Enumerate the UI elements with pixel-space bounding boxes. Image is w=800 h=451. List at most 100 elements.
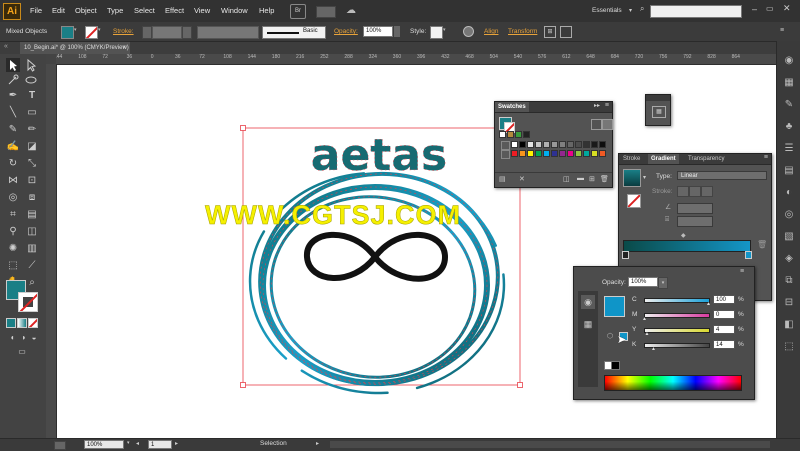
swatch-chip[interactable] (575, 150, 582, 157)
artboard-number-field[interactable]: 1 (148, 440, 172, 449)
horizontal-scrollbar[interactable] (330, 441, 770, 448)
trash-icon[interactable]: 🗑 (600, 175, 609, 183)
swatch-chip[interactable] (511, 141, 518, 148)
opacity-label[interactable]: Opacity: (334, 28, 358, 35)
chevron-down-icon[interactable]: ▾ (127, 440, 130, 446)
menu-select[interactable]: Select (134, 6, 155, 15)
color-guide-icon[interactable]: ▦ (781, 75, 797, 91)
select-similar-icon[interactable] (560, 26, 572, 38)
new-swatch-icon[interactable]: ⊞ (589, 175, 595, 183)
swatch-options-icon[interactable]: ◫ (563, 175, 570, 183)
eyedropper-tool-icon[interactable]: ⚲ (5, 224, 21, 240)
tab-transparency[interactable]: Transparency (685, 154, 727, 164)
color-panel-icon[interactable]: ◉ (781, 53, 797, 69)
swatch-chip[interactable] (599, 150, 606, 157)
swatch-chip[interactable] (575, 141, 582, 148)
gradient-fill-preview[interactable] (623, 169, 641, 187)
swatch-chip[interactable] (559, 141, 566, 148)
swatches-tab-icon[interactable]: ▦ (581, 317, 595, 331)
variable-width-profile[interactable] (197, 26, 259, 39)
delete-stop-icon[interactable]: 🗑 (757, 240, 767, 249)
brush-definition[interactable]: Basic (262, 26, 326, 39)
swatch-chip[interactable] (591, 150, 598, 157)
maximize-button[interactable]: ▭ (766, 4, 774, 13)
panel-menu-icon[interactable]: ≡ (605, 102, 609, 109)
column-graph-tool-icon[interactable]: ▥ (24, 241, 40, 257)
aspect-ratio-field[interactable] (677, 216, 713, 227)
align-link[interactable]: Align (484, 28, 498, 35)
perspective-grid-tool-icon[interactable]: ⧈ (24, 190, 40, 206)
channel-value-field[interactable]: 0 (713, 310, 735, 319)
channel-slider[interactable] (644, 313, 710, 318)
gradient-panel-icon[interactable]: ▤ (781, 163, 797, 179)
first-artboard-icon[interactable]: ◂ (136, 440, 139, 447)
free-transform-tool-icon[interactable]: ⊡ (24, 173, 40, 189)
chevron-down-icon[interactable]: ▾ (98, 27, 101, 33)
zoom-field[interactable]: 100% (84, 440, 124, 449)
artboards-icon[interactable]: ⧉ (781, 273, 797, 289)
mesh-tool-icon[interactable]: ⌗ (5, 207, 21, 223)
swatch-chip[interactable] (535, 150, 542, 157)
stroke-none-swatch[interactable] (85, 26, 98, 39)
thumbnail-view-icon[interactable] (602, 119, 613, 130)
stroke-within-button[interactable] (677, 186, 689, 197)
chevron-right-icon[interactable]: ▸ (316, 440, 319, 447)
channel-slider[interactable] (644, 298, 710, 303)
channel-value-field[interactable]: 4 (713, 325, 735, 334)
chevron-down-icon[interactable]: ▾ (643, 174, 646, 181)
opacity-field[interactable]: 100% (363, 26, 393, 37)
stroke-color-box[interactable] (18, 292, 38, 312)
artboard-tool-icon[interactable]: ⬚ (5, 258, 21, 274)
transform-panel-icon[interactable]: ⬚ (781, 339, 797, 355)
swatch-chip[interactable] (599, 141, 606, 148)
gpu-icon[interactable]: ☁ (346, 5, 358, 17)
swatch-chip[interactable] (507, 131, 514, 138)
isolate-icon[interactable]: ⊞ (544, 26, 556, 38)
bridge-button[interactable]: Br (290, 4, 306, 19)
gradient-type-select[interactable]: Linear (677, 171, 767, 180)
menu-effect[interactable]: Effect (165, 6, 184, 15)
graphic-styles-icon[interactable]: ▧ (781, 229, 797, 245)
screen-mode-icon[interactable]: ▭ (14, 344, 30, 360)
graphic-style-swatch[interactable] (430, 26, 443, 39)
slider-thumb[interactable]: ▲ (642, 316, 647, 322)
slice-tool-icon[interactable]: ⟋ (24, 258, 40, 274)
gradient-stop-right[interactable] (745, 251, 752, 259)
black-swatch[interactable] (611, 361, 620, 370)
channel-value-field[interactable]: 100 (713, 295, 735, 304)
midpoint-icon[interactable]: ◆ (681, 232, 686, 239)
minimize-button[interactable]: – (752, 4, 757, 14)
menu-window[interactable]: Window (221, 6, 248, 15)
width-tool-icon[interactable]: ⋈ (5, 173, 21, 189)
chevron-down-icon[interactable] (182, 26, 192, 39)
kind-menu-icon[interactable]: ✕ (519, 175, 525, 183)
pen-tool-icon[interactable]: ✒ (5, 88, 21, 104)
chevron-down-icon[interactable]: ▾ (658, 277, 668, 289)
pencil-tool-icon[interactable]: ✏ (24, 122, 40, 138)
slider-thumb[interactable]: ▲ (706, 301, 711, 307)
gradient-slider[interactable] (623, 240, 751, 252)
gradient-stroke-preview[interactable] (627, 194, 641, 208)
swatch-chip[interactable] (535, 141, 542, 148)
swatch-chip[interactable] (567, 141, 574, 148)
tab-gradient[interactable]: Gradient (648, 154, 679, 164)
tab-swatches[interactable]: Swatches (495, 102, 529, 112)
symbol-sprayer-tool-icon[interactable]: ✺ (5, 241, 21, 257)
recolor-artwork-icon[interactable] (463, 26, 474, 37)
blob-brush-tool-icon[interactable]: ✍ (5, 139, 21, 155)
swatch-chip[interactable] (519, 150, 526, 157)
gradient-stop-left[interactable] (622, 251, 629, 259)
stroke-label[interactable]: Stroke: (113, 28, 134, 35)
menu-view[interactable]: View (194, 6, 210, 15)
list-view-icon[interactable] (591, 119, 602, 130)
gradient-tool-icon[interactable]: ▤ (24, 207, 40, 223)
control-panel-menu-icon[interactable]: ≡ (780, 27, 784, 34)
swatch-chip[interactable] (527, 141, 534, 148)
swatch-chip[interactable] (559, 150, 566, 157)
channel-slider[interactable] (644, 328, 710, 333)
panel-menu-icon[interactable]: ≡ (764, 154, 768, 161)
menu-help[interactable]: Help (259, 6, 274, 15)
document-tab[interactable]: 10_Begin.ai* @ 100% (CMYK/Preview) × (20, 42, 130, 54)
chevron-right-icon[interactable] (394, 26, 400, 37)
color-mode-button[interactable] (6, 318, 16, 328)
